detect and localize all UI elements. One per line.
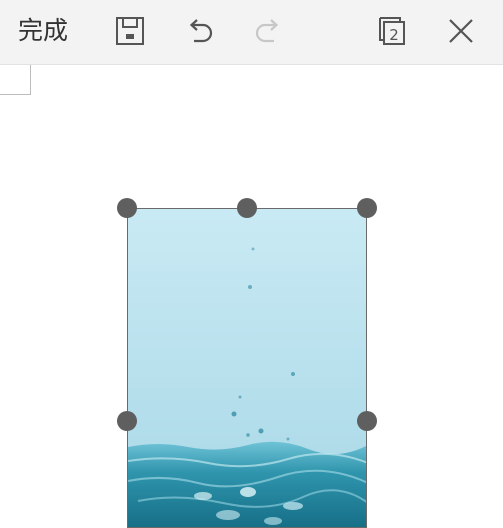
toolbar: 完成 2: [0, 0, 503, 65]
resize-handle-right[interactable]: [357, 411, 377, 431]
pages-count: 2: [389, 26, 399, 44]
water-splash-image: [128, 209, 366, 527]
save-icon[interactable]: [114, 14, 146, 48]
undo-icon[interactable]: [184, 14, 216, 48]
resize-handle-top-right[interactable]: [357, 198, 377, 218]
page-corner-mark: [0, 65, 31, 95]
resize-handle-top[interactable]: [237, 198, 257, 218]
resize-handle-top-left[interactable]: [117, 198, 137, 218]
done-button[interactable]: 完成: [18, 14, 68, 48]
redo-icon[interactable]: [252, 14, 284, 48]
resize-handle-left[interactable]: [117, 411, 137, 431]
pages-icon[interactable]: 2: [376, 14, 408, 48]
close-icon[interactable]: [445, 14, 477, 48]
selected-image[interactable]: [127, 208, 367, 528]
